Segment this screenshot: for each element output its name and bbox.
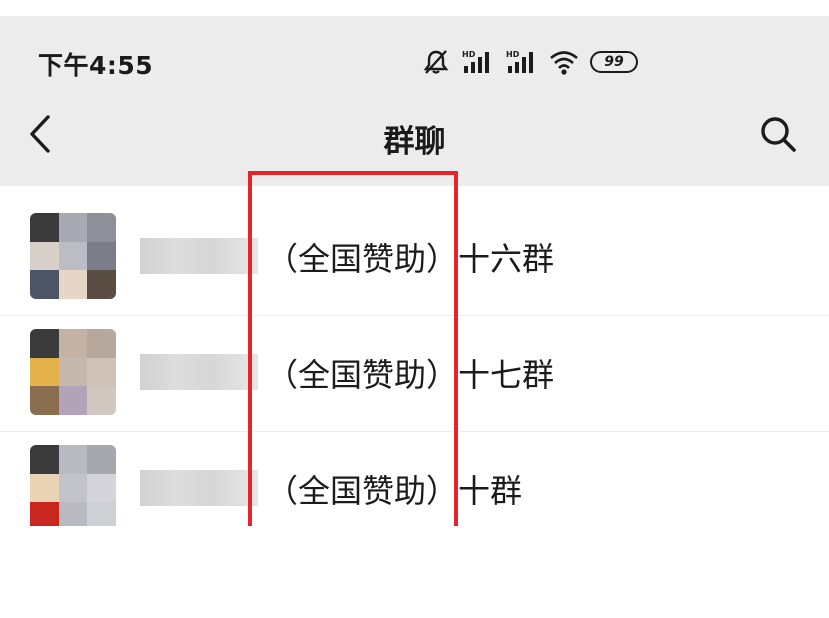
group-row[interactable]: （全国赞助）十六群 <box>0 200 829 316</box>
status-icons: HD HD 99 <box>422 46 638 78</box>
group-avatar <box>30 329 116 415</box>
group-name: （全国赞助）十六群 <box>266 240 555 278</box>
group-row[interactable]: （全国赞助）十群 <box>0 432 829 526</box>
phone-screen: 下午4:55 HD HD 99 群聊 （全国赞助）十六群 （全国赞助）十七群 （… <box>0 16 829 526</box>
battery-icon: 99 <box>590 51 638 73</box>
svg-text:HD: HD <box>506 50 520 59</box>
group-name: （全国赞助）十群 <box>266 472 523 510</box>
search-icon <box>758 114 798 158</box>
hd-signal-icon: HD <box>460 48 494 76</box>
group-list: （全国赞助）十六群 （全国赞助）十七群 （全国赞助）十群 <box>0 200 829 526</box>
group-name: （全国赞助）十七群 <box>266 356 555 394</box>
blurred-name <box>140 354 258 390</box>
wifi-icon <box>548 48 580 76</box>
hd-signal-icon: HD <box>504 48 538 76</box>
mute-bell-icon <box>422 48 450 76</box>
blurred-name <box>140 238 258 274</box>
group-avatar <box>30 213 116 299</box>
page-title: 群聊 <box>383 124 446 160</box>
search-button[interactable] <box>754 114 802 158</box>
group-row[interactable]: （全国赞助）十七群 <box>0 316 829 432</box>
status-time: 下午4:55 <box>38 51 154 80</box>
group-avatar <box>30 445 116 526</box>
header: 下午4:55 HD HD 99 群聊 <box>0 16 829 186</box>
svg-text:HD: HD <box>462 50 476 59</box>
blurred-name <box>140 470 258 506</box>
